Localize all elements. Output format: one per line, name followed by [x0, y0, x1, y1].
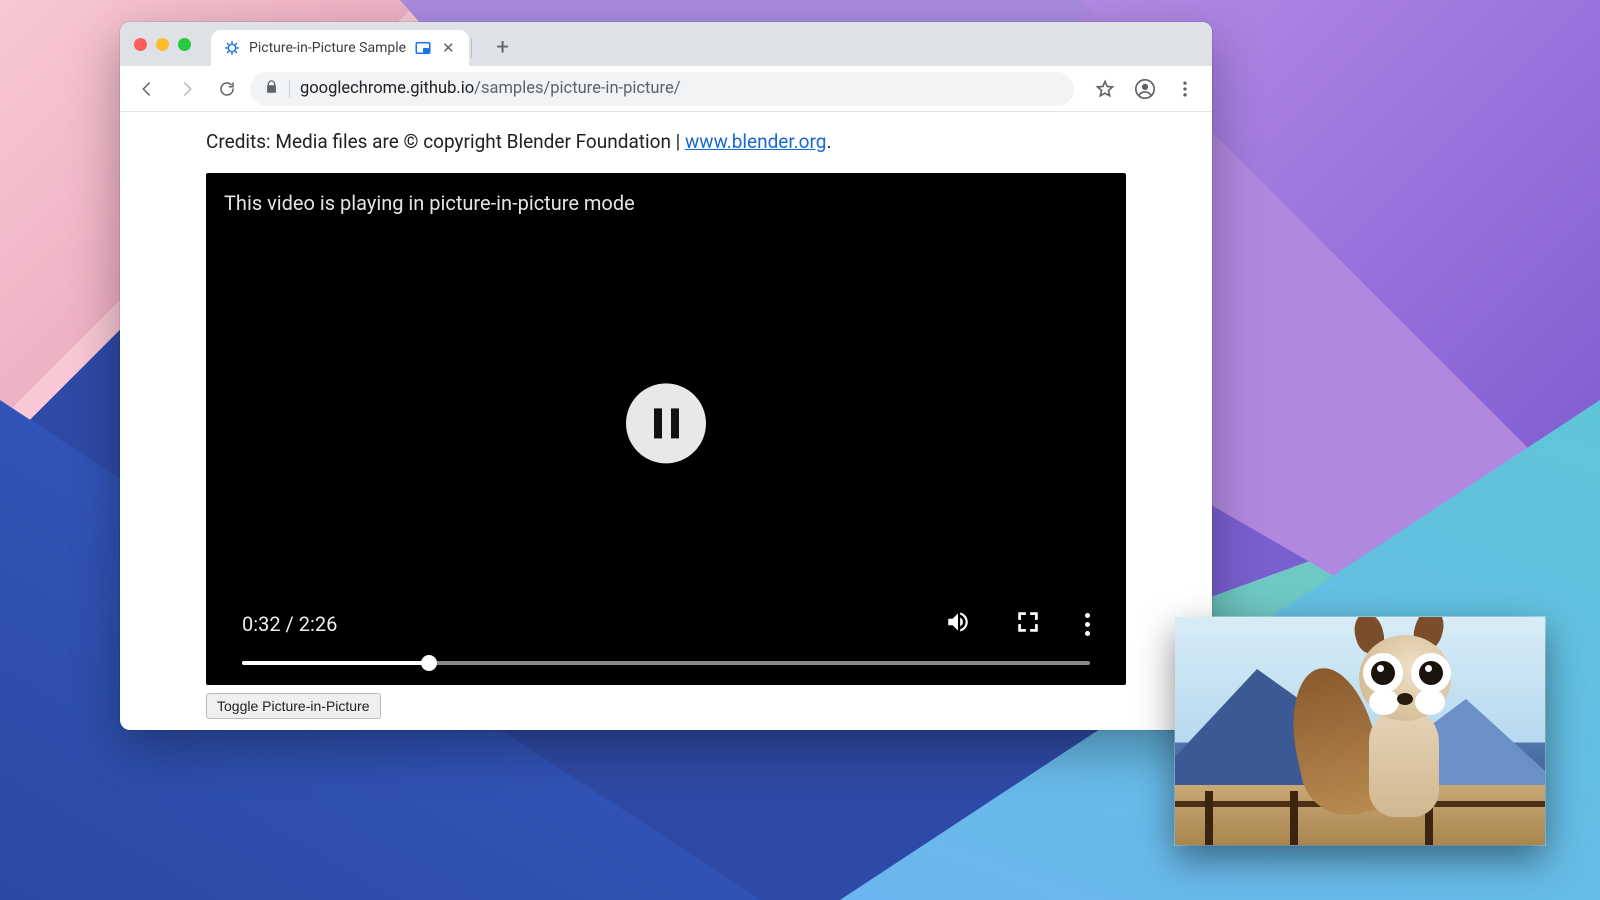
url-host: googlechrome.github.io [300, 79, 474, 98]
video-play-pause-button[interactable] [626, 383, 706, 463]
minimize-window-button[interactable] [156, 38, 169, 51]
seek-played [242, 661, 429, 665]
video-pip-message: This video is playing in picture-in-pict… [224, 191, 635, 215]
video-fullscreen-button[interactable] [1015, 609, 1041, 639]
nav-forward-button[interactable] [170, 72, 204, 106]
browser-tab[interactable]: Picture-in-Picture Sample ✕ [211, 30, 469, 66]
addr-separator [289, 80, 290, 98]
pip-indicator-icon[interactable] [414, 39, 432, 57]
tab-favicon-icon [223, 39, 241, 57]
profile-avatar-button[interactable] [1128, 72, 1162, 106]
maximize-window-button[interactable] [178, 38, 191, 51]
nav-back-button[interactable] [130, 72, 164, 106]
tab-close-button[interactable]: ✕ [440, 39, 457, 57]
url-path: /samples/picture-in-picture/ [474, 79, 680, 98]
window-controls [120, 22, 205, 66]
video-time-label: 0:32 / 2:26 [242, 612, 337, 636]
video-player[interactable]: This video is playing in picture-in-pict… [206, 173, 1126, 685]
lock-icon [264, 79, 279, 99]
close-window-button[interactable] [134, 38, 147, 51]
credits-link[interactable]: www.blender.org [685, 130, 826, 153]
browser-toolbar: googlechrome.github.io/samples/picture-i… [120, 66, 1212, 112]
video-seek-bar[interactable] [242, 661, 1090, 665]
page-content: Credits: Media files are © copyright Ble… [120, 112, 1212, 730]
reload-button[interactable] [210, 72, 244, 106]
credits-prefix: Credits: Media files are © copyright Ble… [206, 130, 685, 153]
url-text: googlechrome.github.io/samples/picture-i… [300, 79, 681, 98]
new-tab-button[interactable]: + [488, 32, 518, 62]
credits-text: Credits: Media files are © copyright Ble… [206, 130, 1126, 153]
address-bar[interactable]: googlechrome.github.io/samples/picture-i… [250, 72, 1074, 106]
video-more-options-button[interactable] [1085, 613, 1090, 636]
toggle-pip-button[interactable]: Toggle Picture-in-Picture [206, 693, 381, 719]
pause-icon [654, 408, 679, 438]
credits-suffix: . [826, 130, 831, 153]
bookmark-star-button[interactable] [1088, 72, 1122, 106]
tab-divider [471, 38, 472, 58]
video-volume-button[interactable] [945, 609, 971, 639]
video-controls: 0:32 / 2:26 [206, 609, 1126, 685]
tab-strip: Picture-in-Picture Sample ✕ + [120, 22, 1212, 66]
browser-window: Picture-in-Picture Sample ✕ + googlechro… [120, 22, 1212, 730]
tab-title: Picture-in-Picture Sample [249, 40, 406, 56]
pip-floating-window[interactable] [1175, 617, 1545, 845]
seek-thumb[interactable] [421, 655, 437, 671]
chrome-menu-button[interactable] [1168, 72, 1202, 106]
pip-video-character [1329, 627, 1499, 817]
